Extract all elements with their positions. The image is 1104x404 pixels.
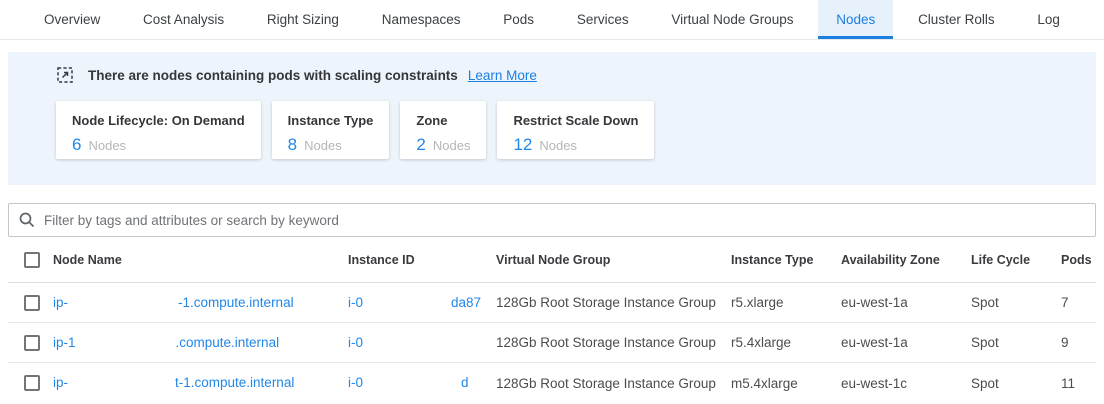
card-unit: Nodes [539,138,577,153]
node-name-link[interactable]: .compute.internal [176,335,280,350]
redaction-box [363,296,451,310]
life-cycle-cell: Spot [971,335,1061,350]
card-count: 2 [416,135,425,155]
col-instance-id: Instance ID [348,253,496,267]
availability-zone-cell: eu-west-1a [841,295,971,310]
instance-id-link[interactable]: da87 [451,295,481,310]
card-unit: Nodes [88,138,126,153]
row-checkbox[interactable] [24,295,40,311]
tab-nodes[interactable]: Nodes [818,0,893,39]
select-all-checkbox[interactable] [24,252,40,268]
tab-bar: Overview Cost Analysis Right Sizing Name… [0,0,1104,40]
table-row[interactable]: ip-t-1.compute.internal i-0 d 128Gb Root … [8,363,1096,403]
virtual-node-group-cell: 128Gb Root Storage Instance Group [496,335,731,350]
card-restrict-scale-down[interactable]: Restrict Scale Down 12 Nodes [497,101,654,159]
col-instance-type: Instance Type [731,253,841,267]
node-name-link[interactable]: ip- [53,375,68,390]
learn-more-link[interactable]: Learn More [468,68,537,83]
tab-pods[interactable]: Pods [485,0,552,39]
redaction-box [68,377,175,391]
scale-arrow-icon [56,66,74,84]
instance-type-cell: m5.4xlarge [731,376,841,391]
instance-type-cell: r5.4xlarge [731,335,841,350]
tab-log[interactable]: Log [1019,0,1078,39]
card-zone[interactable]: Zone 2 Nodes [400,101,486,159]
instance-type-cell: r5.xlarge [731,295,841,310]
card-node-lifecycle[interactable]: Node Lifecycle: On Demand 6 Nodes [56,101,261,159]
availability-zone-cell: eu-west-1c [841,376,971,391]
banner-message: There are nodes containing pods with sca… [88,68,458,83]
life-cycle-cell: Spot [971,295,1061,310]
card-title: Node Lifecycle: On Demand [72,113,245,128]
tab-namespaces[interactable]: Namespaces [364,0,479,39]
pods-cell: 9 [1061,335,1096,350]
col-node-name: Node Name [53,253,348,267]
redaction-box [76,336,176,350]
card-count: 6 [72,135,81,155]
filter-search-bar[interactable] [8,203,1096,237]
instance-id-link[interactable]: i-0 [348,375,363,390]
col-pods: Pods [1061,253,1096,267]
redaction-box [68,296,178,310]
card-title: Zone [416,113,470,128]
row-checkbox[interactable] [24,375,40,391]
tab-overview[interactable]: Overview [26,0,118,39]
node-name-link[interactable]: ip-1 [53,335,76,350]
search-input[interactable] [44,213,1086,228]
col-life-cycle: Life Cycle [971,253,1061,267]
tab-cost-analysis[interactable]: Cost Analysis [125,0,242,39]
card-count: 8 [288,135,297,155]
availability-zone-cell: eu-west-1a [841,335,971,350]
tab-cluster-rolls[interactable]: Cluster Rolls [900,0,1013,39]
nodes-table: Node Name Instance ID Virtual Node Group… [8,237,1096,403]
redaction-box [363,377,461,391]
col-virtual-node-group: Virtual Node Group [496,253,731,267]
table-row[interactable]: ip-1 .compute.internal i-0 128Gb Root Sto… [8,323,1096,363]
col-availability-zone: Availability Zone [841,253,971,267]
card-instance-type[interactable]: Instance Type 8 Nodes [272,101,390,159]
card-count: 12 [513,135,532,155]
node-name-link[interactable]: t-1.compute.internal [175,375,294,390]
tab-right-sizing[interactable]: Right Sizing [249,0,357,39]
pods-cell: 7 [1061,295,1096,310]
node-name-link[interactable]: -1.compute.internal [178,295,294,310]
pods-cell: 11 [1061,376,1096,391]
instance-id-link[interactable]: i-0 [348,295,363,310]
tab-virtual-node-groups[interactable]: Virtual Node Groups [653,0,811,39]
node-name-link[interactable]: ip- [53,295,68,310]
redaction-box [363,336,468,350]
card-title: Restrict Scale Down [513,113,638,128]
tab-services[interactable]: Services [559,0,647,39]
instance-id-link[interactable]: i-0 [348,335,363,350]
virtual-node-group-cell: 128Gb Root Storage Instance Group [496,295,731,310]
virtual-node-group-cell: 128Gb Root Storage Instance Group [496,376,731,391]
card-unit: Nodes [304,138,342,153]
row-checkbox[interactable] [24,335,40,351]
life-cycle-cell: Spot [971,376,1061,391]
search-icon [18,211,36,229]
table-header-row: Node Name Instance ID Virtual Node Group… [8,237,1096,283]
table-row[interactable]: ip- -1.compute.internal i-0 da87 128Gb Roo… [8,283,1096,323]
scaling-constraints-banner: There are nodes containing pods with sca… [8,52,1096,185]
instance-id-link[interactable]: d [461,375,469,390]
card-title: Instance Type [288,113,374,128]
card-unit: Nodes [433,138,471,153]
constraint-cards: Node Lifecycle: On Demand 6 Nodes Instan… [56,101,1096,159]
